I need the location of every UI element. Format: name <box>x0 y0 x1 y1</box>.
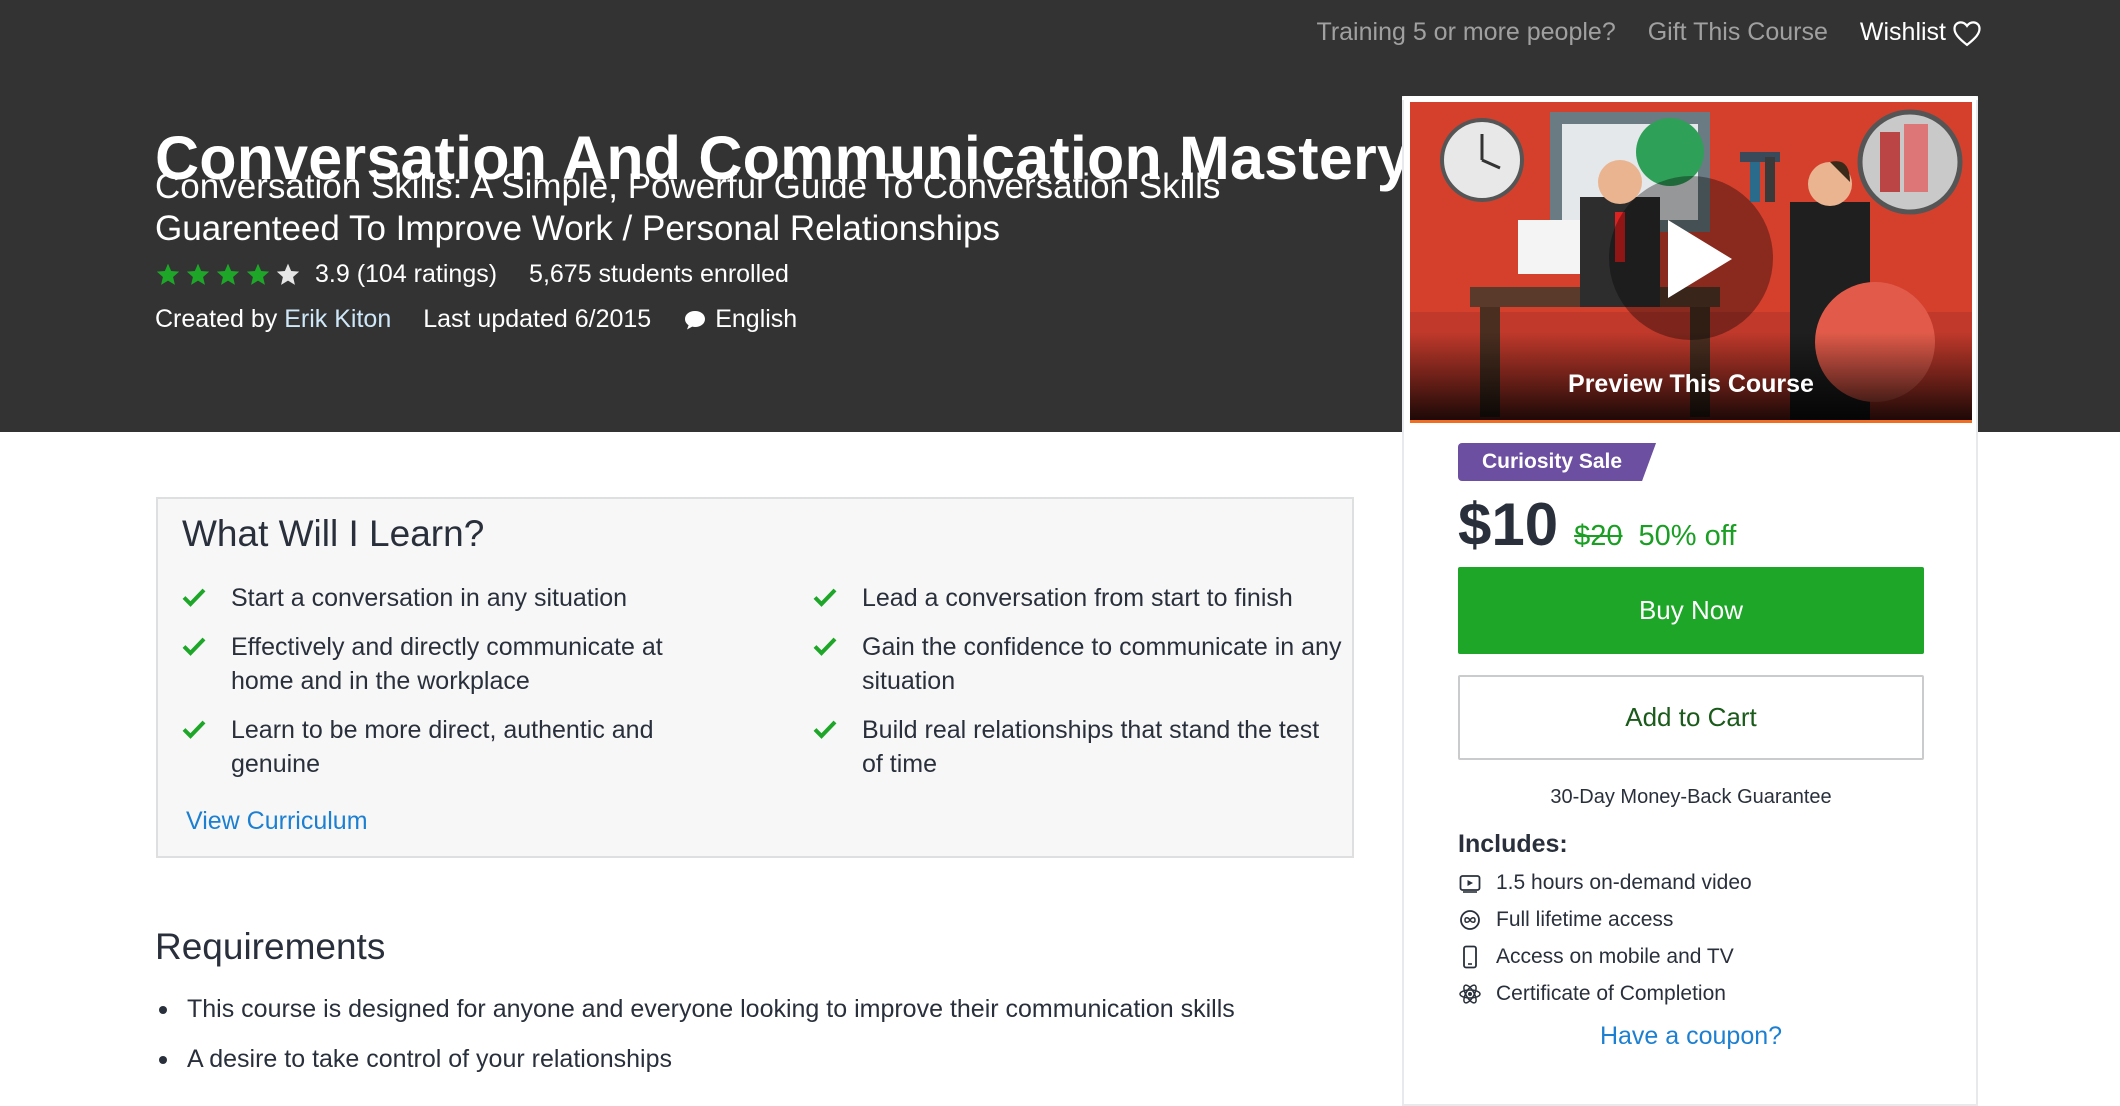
language-label: English <box>715 305 798 333</box>
infinity-icon <box>1458 908 1482 932</box>
check-icon <box>182 720 206 739</box>
requirements-heading: Requirements <box>155 926 386 967</box>
current-price: $10 <box>1458 491 1559 558</box>
certificate-icon <box>1458 982 1482 1006</box>
star-filled-icon <box>246 263 270 285</box>
learn-item: Start a conversation in any situation <box>182 581 711 615</box>
buy-now-button[interactable]: Buy Now <box>1458 567 1924 654</box>
original-price: $20 <box>1574 520 1623 552</box>
sidebar-top-edge <box>1402 96 1978 100</box>
meta-row: Created by Erik Kiton Last updated 6/201… <box>155 305 797 334</box>
course-subtitle: Conversation Skills: A Simple, Powerful … <box>155 167 1221 248</box>
course-preview-video[interactable]: Preview This Course <box>1410 102 1972 423</box>
coupon-link[interactable]: Have a coupon? <box>1600 1022 1782 1050</box>
requirement-item: This course is designed for anyone and e… <box>155 992 1235 1026</box>
learn-item: Lead a conversation from start to finish <box>813 581 1342 615</box>
mobile-icon <box>1458 945 1482 969</box>
learn-item-text: Lead a conversation from start to finish <box>862 584 1293 612</box>
video-icon <box>1458 871 1482 895</box>
wishlist-button[interactable]: Wishlist <box>1860 18 1982 47</box>
price-block: $10 $20 50% off <box>1458 490 1736 559</box>
sale-badge: Curiosity Sale <box>1458 443 1656 481</box>
learn-list-right: Lead a conversation from start to finish… <box>813 581 1342 796</box>
includes-item: Certificate of Completion <box>1458 975 1752 1012</box>
gift-course-link[interactable]: Gift This Course <box>1648 18 1828 47</box>
learn-list-left: Start a conversation in any situation Ef… <box>182 581 711 796</box>
money-back-guarantee: 30-Day Money-Back Guarantee <box>1550 786 1832 808</box>
author-link[interactable]: Erik Kiton <box>284 305 391 334</box>
includes-item: 1.5 hours on-demand video <box>1458 864 1752 901</box>
discount-percent: 50% off <box>1638 520 1737 552</box>
requirements-list: This course is designed for anyone and e… <box>155 992 1235 1092</box>
view-curriculum-link[interactable]: View Curriculum <box>186 807 368 836</box>
star-rating <box>155 262 301 288</box>
training-link[interactable]: Training 5 or more people? <box>1316 18 1615 47</box>
includes-heading: Includes: <box>1458 830 1568 858</box>
check-icon <box>182 588 206 607</box>
rating-text: 3.9 (104 ratings) <box>315 260 498 288</box>
speech-bubble-icon <box>685 310 706 329</box>
check-icon <box>813 720 837 739</box>
star-filled-icon <box>186 263 210 285</box>
preview-label: Preview This Course <box>1568 370 1814 398</box>
learn-item-text: Gain the confidence to communicate in an… <box>862 633 1342 695</box>
last-updated: Last updated 6/2015 <box>423 305 652 333</box>
learn-item-text: Learn to be more direct, authentic and g… <box>231 716 654 778</box>
includes-text: 1.5 hours on-demand video <box>1496 870 1752 894</box>
includes-list: 1.5 hours on-demand video Full lifetime … <box>1458 864 1752 1012</box>
star-filled-icon <box>156 263 180 285</box>
learn-item-text: Effectively and directly communicate at … <box>231 633 663 695</box>
top-nav: Training 5 or more people? Gift This Cou… <box>1316 18 1982 47</box>
learn-heading: What Will I Learn? <box>182 513 485 554</box>
includes-text: Full lifetime access <box>1496 907 1674 931</box>
wishlist-label: Wishlist <box>1859 18 1946 46</box>
learn-item-text: Build real relationships that stand the … <box>862 716 1320 778</box>
learn-item: Gain the confidence to communicate in an… <box>813 630 1342 698</box>
heart-icon <box>1953 20 1981 46</box>
learn-item: Learn to be more direct, authentic and g… <box>182 713 711 781</box>
what-you-learn-box: What Will I Learn? Start a conversation … <box>156 497 1354 858</box>
check-icon <box>813 588 837 607</box>
includes-item: Full lifetime access <box>1458 901 1752 938</box>
add-to-cart-button[interactable]: Add to Cart <box>1458 675 1924 760</box>
learn-item-text: Start a conversation in any situation <box>231 584 628 612</box>
includes-text: Access on mobile and TV <box>1496 944 1734 968</box>
created-by-label: Created by <box>155 305 278 333</box>
requirement-item: A desire to take control of your relatio… <box>155 1042 1235 1076</box>
star-empty-icon <box>276 263 300 285</box>
check-icon <box>182 637 206 656</box>
learn-item: Build real relationships that stand the … <box>813 713 1342 781</box>
coupon-row: Have a coupon? <box>1458 1022 1924 1051</box>
language: English <box>683 305 797 334</box>
star-filled-icon <box>216 263 240 285</box>
enrolled-count: 5,675 students enrolled <box>529 260 789 288</box>
includes-item: Access on mobile and TV <box>1458 938 1752 975</box>
includes-text: Certificate of Completion <box>1496 981 1726 1005</box>
learn-item: Effectively and directly communicate at … <box>182 630 711 698</box>
rating-row: 3.9 (104 ratings) 5,675 students enrolle… <box>155 260 789 289</box>
check-icon <box>813 637 837 656</box>
